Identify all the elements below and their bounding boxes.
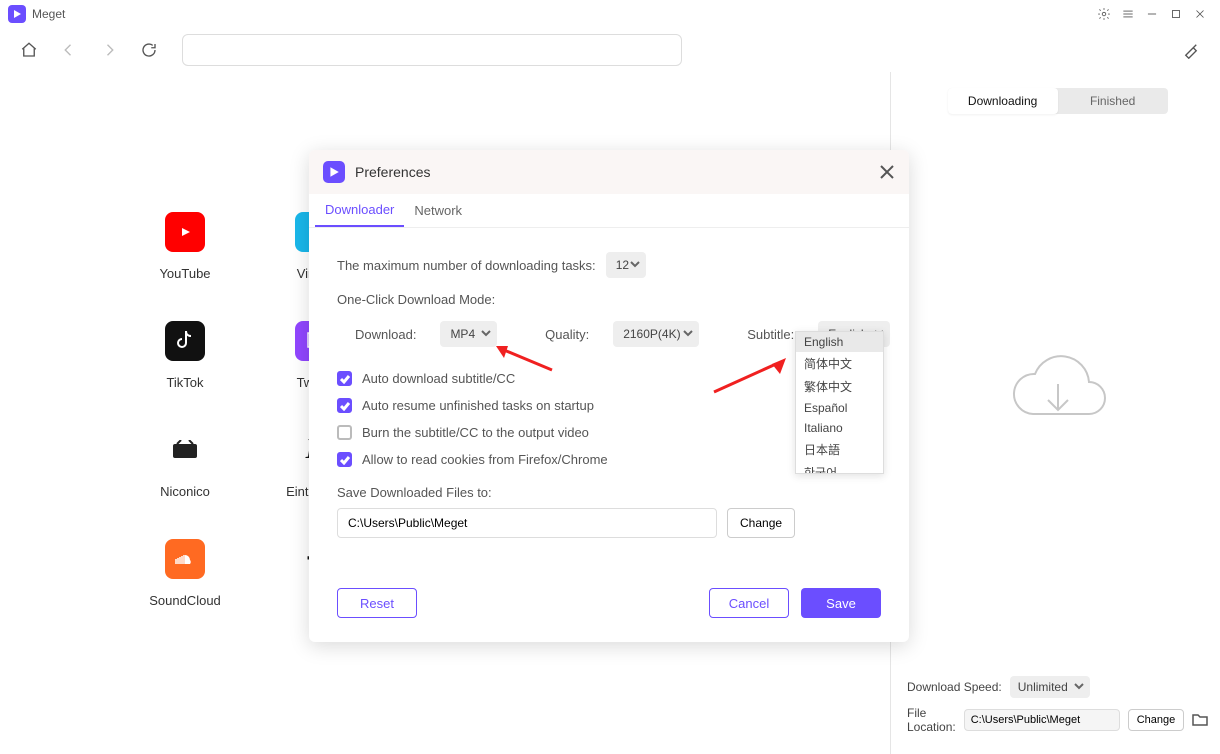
reset-button[interactable]: Reset (337, 588, 417, 618)
checkbox-cookies[interactable] (337, 452, 352, 467)
change-path-button[interactable]: Change (727, 508, 795, 538)
chevron-down-icon (630, 258, 640, 272)
subtitle-option[interactable]: Español (796, 398, 883, 418)
dialog-logo-icon (323, 161, 345, 183)
quality-label: Quality: (545, 327, 589, 342)
max-tasks-label: The maximum number of downloading tasks: (337, 258, 596, 273)
dialog-title: Preferences (355, 164, 430, 180)
max-tasks-select[interactable]: 12 (606, 252, 646, 278)
quality-select[interactable]: 2160P(4K) (613, 321, 699, 347)
tab-downloader[interactable]: Downloader (315, 194, 404, 227)
subtitle-label: Subtitle: (747, 327, 794, 342)
checkbox-burn-subtitle[interactable] (337, 425, 352, 440)
checkbox-auto-subtitle-label: Auto download subtitle/CC (362, 371, 515, 386)
cancel-button[interactable]: Cancel (709, 588, 789, 618)
checkbox-auto-resume-label: Auto resume unfinished tasks on startup (362, 398, 594, 413)
max-tasks-value: 12 (616, 258, 629, 272)
subtitle-option[interactable]: 简体中文 (796, 352, 883, 375)
mode-label: One-Click Download Mode: (337, 292, 495, 307)
subtitle-option[interactable]: English (796, 332, 883, 352)
quality-value: 2160P(4K) (623, 327, 680, 341)
checkbox-cookies-label: Allow to read cookies from Firefox/Chrom… (362, 452, 608, 467)
subtitle-option[interactable]: 繁体中文 (796, 375, 883, 398)
save-path-input[interactable] (337, 508, 717, 538)
tab-network[interactable]: Network (404, 194, 472, 227)
dialog-close-button[interactable] (879, 164, 895, 180)
subtitle-option[interactable]: 한국어 (796, 461, 883, 474)
download-format-value: MP4 (450, 327, 475, 341)
download-label: Download: (355, 327, 416, 342)
download-format-select[interactable]: MP4 (440, 321, 497, 347)
checkbox-burn-subtitle-label: Burn the subtitle/CC to the output video (362, 425, 589, 440)
save-to-label: Save Downloaded Files to: (337, 485, 492, 500)
checkbox-auto-resume[interactable] (337, 398, 352, 413)
chevron-down-icon (481, 327, 491, 341)
save-button[interactable]: Save (801, 588, 881, 618)
subtitle-dropdown: English 简体中文 繁体中文 Español Italiano 日本語 한… (795, 331, 884, 474)
subtitle-option[interactable]: Italiano (796, 418, 883, 438)
subtitle-option[interactable]: 日本語 (796, 438, 883, 461)
chevron-down-icon (683, 327, 693, 341)
checkbox-auto-subtitle[interactable] (337, 371, 352, 386)
